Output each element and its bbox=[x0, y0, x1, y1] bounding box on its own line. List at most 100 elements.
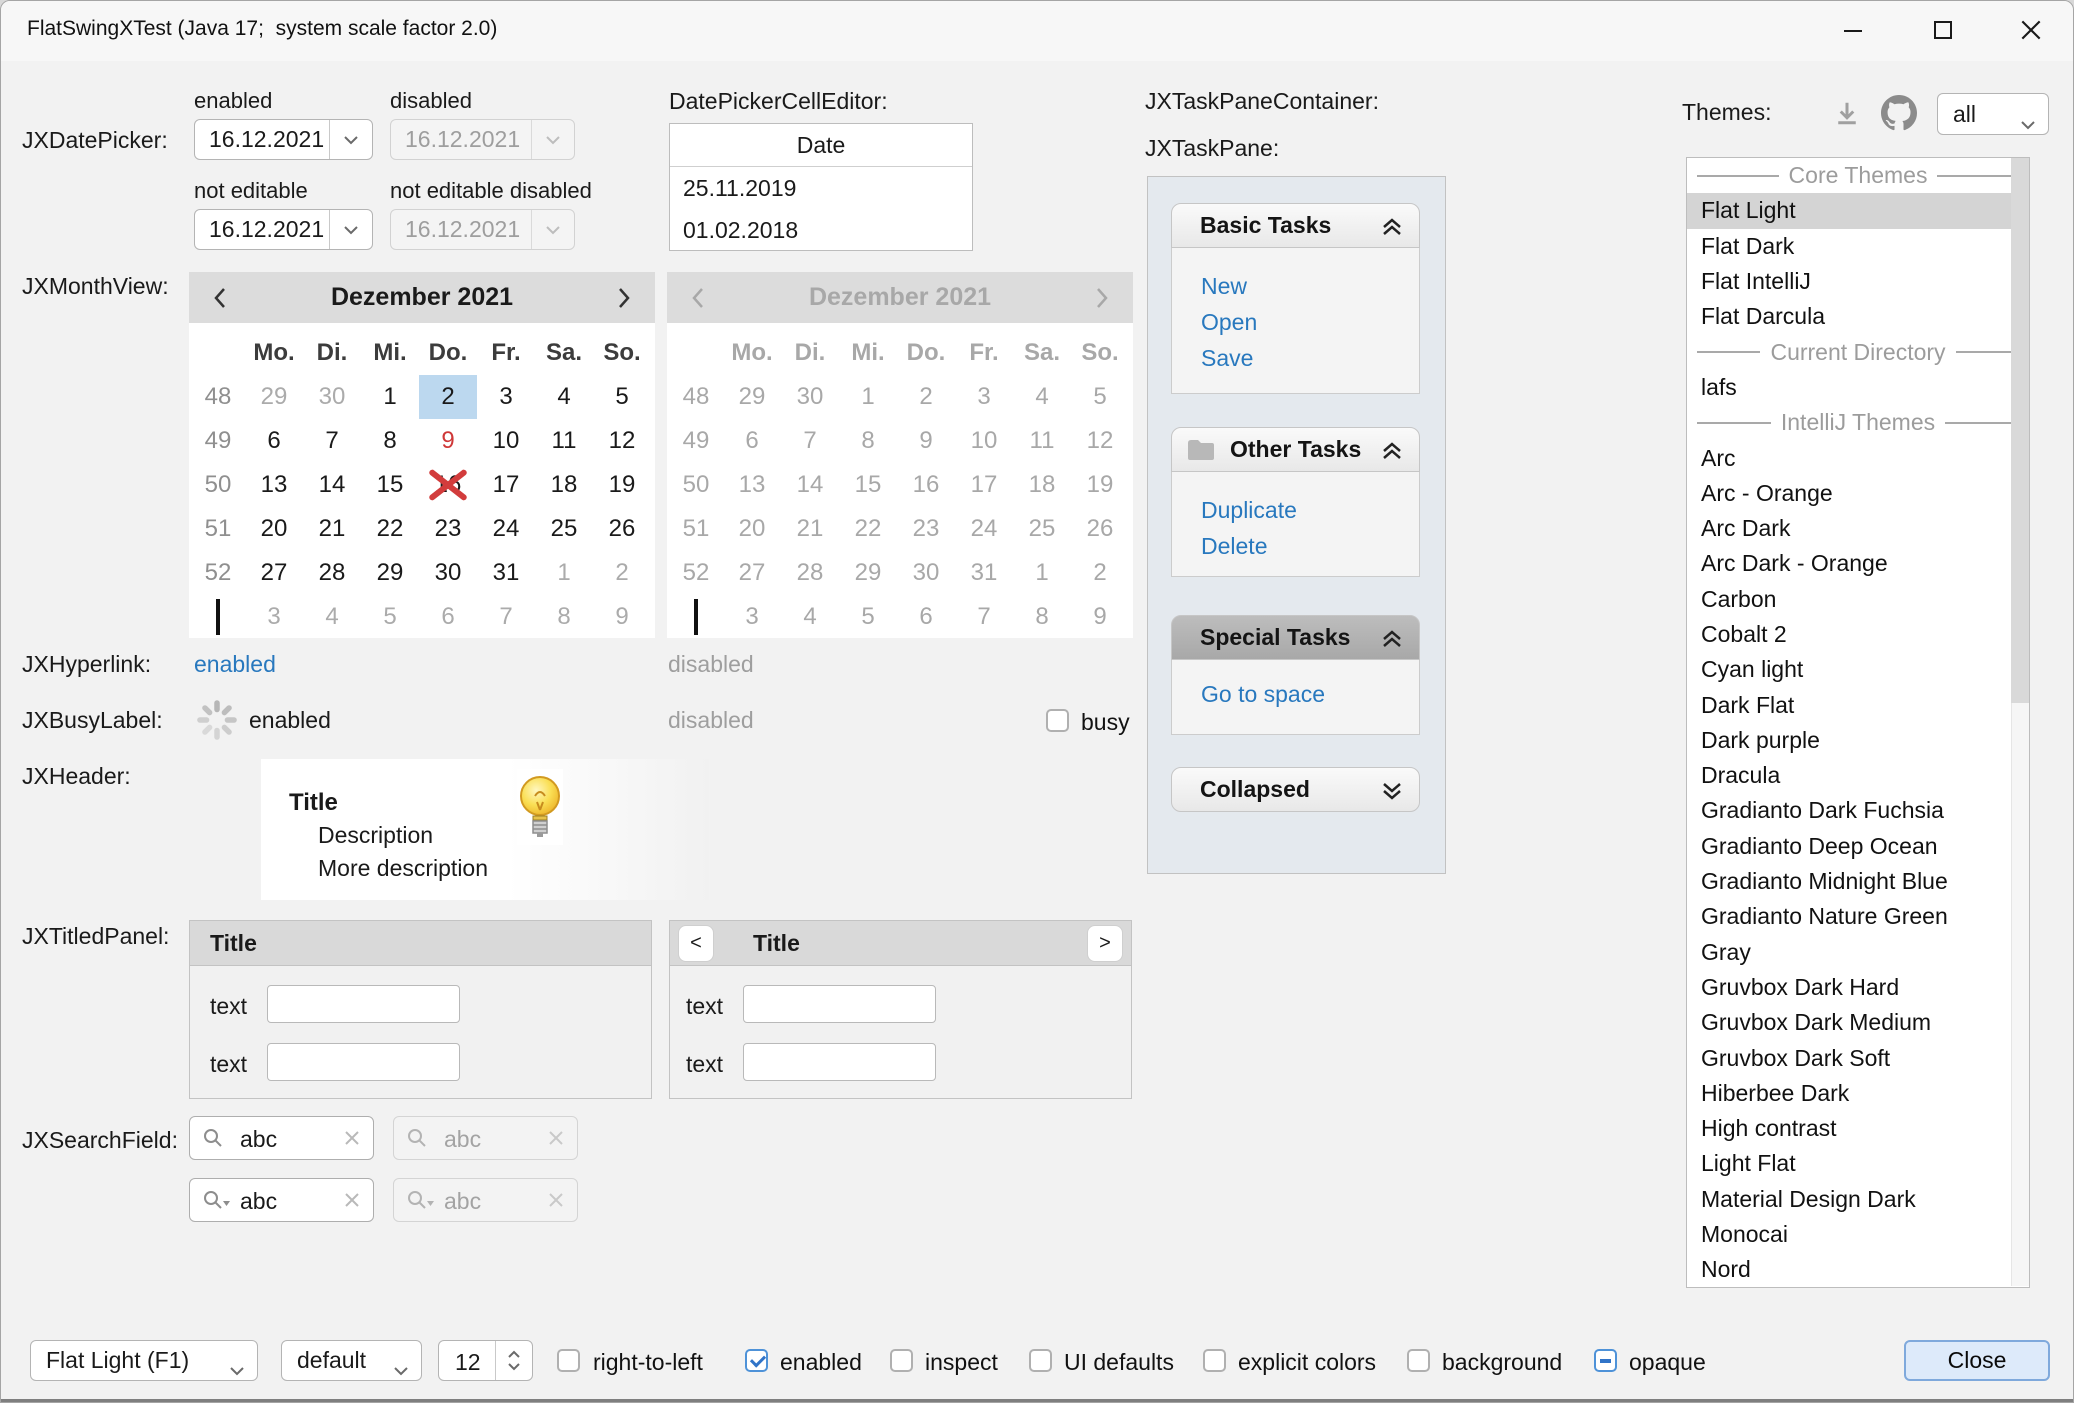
next-month-icon[interactable] bbox=[609, 283, 639, 313]
spinner-arrows[interactable] bbox=[495, 1341, 532, 1380]
style-combo[interactable]: default bbox=[281, 1340, 422, 1381]
scrollbar-thumb[interactable] bbox=[2011, 158, 2029, 703]
day-cell[interactable]: 10 bbox=[477, 419, 535, 463]
theme-list-item[interactable]: Flat Dark bbox=[1687, 229, 2029, 264]
chevron-down-icon[interactable] bbox=[329, 210, 372, 249]
theme-list-item[interactable]: Nord bbox=[1687, 1252, 2029, 1287]
day-cell[interactable]: 22 bbox=[361, 507, 419, 551]
themes-filter-combo[interactable]: all bbox=[1937, 93, 2049, 135]
theme-list-item[interactable]: Dark Flat bbox=[1687, 687, 2029, 722]
maximize-button[interactable] bbox=[1899, 3, 1987, 57]
day-cell[interactable]: 2 bbox=[593, 551, 651, 595]
explicit-colors-checkbox[interactable] bbox=[1203, 1349, 1226, 1372]
theme-list-item[interactable]: Arc Dark bbox=[1687, 511, 2029, 546]
day-cell[interactable]: 14 bbox=[303, 463, 361, 507]
day-cell[interactable]: 1 bbox=[361, 375, 419, 419]
chevron-down-icon[interactable] bbox=[329, 120, 372, 159]
day-cell[interactable]: 26 bbox=[593, 507, 651, 551]
panel-left-arrow-button[interactable]: < bbox=[678, 925, 714, 962]
text-input[interactable] bbox=[743, 985, 936, 1023]
chevron-up-icon[interactable] bbox=[507, 1350, 521, 1359]
text-input[interactable] bbox=[743, 1043, 936, 1081]
day-cell[interactable]: 1 bbox=[535, 551, 593, 595]
ui-defaults-checkbox[interactable] bbox=[1029, 1349, 1052, 1372]
date-table-header[interactable]: Date bbox=[670, 124, 972, 167]
theme-list-item[interactable]: Material Design Dark bbox=[1687, 1182, 2029, 1217]
theme-list-item[interactable]: Flat Darcula bbox=[1687, 299, 2029, 334]
enabled-checkbox[interactable] bbox=[745, 1349, 768, 1372]
task-link-new[interactable]: New bbox=[1201, 268, 1419, 304]
search-field-menu-enabled[interactable]: abc bbox=[189, 1178, 374, 1222]
collapse-chevron-icon[interactable] bbox=[1381, 440, 1403, 467]
datepicker-noteditable[interactable]: 16.12.2021 bbox=[194, 209, 373, 250]
day-cell[interactable]: 7 bbox=[477, 595, 535, 639]
clear-icon[interactable] bbox=[343, 1191, 361, 1214]
day-cell[interactable]: 21 bbox=[303, 507, 361, 551]
search-menu-icon[interactable] bbox=[202, 1189, 232, 1216]
day-cell[interactable]: 28 bbox=[303, 551, 361, 595]
datepicker-enabled[interactable]: 16.12.2021 bbox=[194, 119, 373, 160]
day-cell[interactable]: 18 bbox=[535, 463, 593, 507]
day-cell[interactable]: 4 bbox=[535, 375, 593, 419]
day-cell[interactable]: 25 bbox=[535, 507, 593, 551]
datepicker-value[interactable]: 16.12.2021 bbox=[209, 216, 324, 243]
text-input[interactable] bbox=[267, 985, 460, 1023]
day-cell[interactable]: 20 bbox=[245, 507, 303, 551]
hyperlink-enabled[interactable]: enabled bbox=[194, 651, 276, 679]
theme-list-item[interactable]: Light Flat bbox=[1687, 1146, 2029, 1181]
task-link-open[interactable]: Open bbox=[1201, 304, 1419, 340]
monthview-enabled[interactable]: Dezember 2021 Mo.Di.Mi.Do.Fr.Sa.So.48293… bbox=[189, 272, 655, 638]
day-cell[interactable]: 8 bbox=[535, 595, 593, 639]
day-cell[interactable]: 24 bbox=[477, 507, 535, 551]
theme-list-item[interactable]: Gradianto Nature Green bbox=[1687, 899, 2029, 934]
theme-list-item[interactable]: Monocai bbox=[1687, 1217, 2029, 1252]
theme-list-item[interactable]: Arc Dark - Orange bbox=[1687, 546, 2029, 581]
font-size-value[interactable]: 12 bbox=[455, 1349, 481, 1376]
theme-list-item[interactable]: Cyan light bbox=[1687, 652, 2029, 687]
text-input[interactable] bbox=[267, 1043, 460, 1081]
day-cell[interactable]: 13 bbox=[245, 463, 303, 507]
datepicker-value[interactable]: 16.12.2021 bbox=[209, 126, 324, 153]
theme-list-item[interactable]: Gradianto Dark Fuchsia bbox=[1687, 793, 2029, 828]
expand-chevron-icon[interactable] bbox=[1381, 780, 1403, 807]
task-link-delete[interactable]: Delete bbox=[1201, 528, 1419, 564]
date-table[interactable]: Date 25.11.2019 01.02.2018 bbox=[669, 123, 973, 251]
day-cell[interactable]: 7 bbox=[303, 419, 361, 463]
day-cell[interactable]: 31 bbox=[477, 551, 535, 595]
theme-list-item[interactable]: Flat Light bbox=[1687, 193, 2029, 228]
day-cell[interactable]: 23 bbox=[419, 507, 477, 551]
day-cell[interactable]: 9 bbox=[419, 419, 477, 463]
taskpane-other-header[interactable]: Other Tasks bbox=[1171, 427, 1420, 472]
day-cell[interactable]: 2 bbox=[419, 375, 477, 419]
taskpane-collapsed-header[interactable]: Collapsed bbox=[1171, 767, 1420, 812]
right-to-left-checkbox[interactable] bbox=[557, 1349, 580, 1372]
theme-list-item[interactable]: Arc bbox=[1687, 440, 2029, 475]
day-cell[interactable]: 3 bbox=[477, 375, 535, 419]
taskpane-special-header[interactable]: Special Tasks bbox=[1171, 615, 1420, 660]
theme-list-item[interactable]: Gray bbox=[1687, 935, 2029, 970]
theme-list-item[interactable]: Hiberbee Dark bbox=[1687, 1076, 2029, 1111]
task-link-go-to-space[interactable]: Go to space bbox=[1201, 676, 1419, 712]
day-cell[interactable]: 15 bbox=[361, 463, 419, 507]
day-cell[interactable]: 5 bbox=[593, 375, 651, 419]
task-link-save[interactable]: Save bbox=[1201, 340, 1419, 376]
theme-list-item[interactable]: lafs bbox=[1687, 370, 2029, 405]
panel-right-arrow-button[interactable]: > bbox=[1087, 925, 1123, 962]
day-cell[interactable]: 16 bbox=[419, 463, 477, 507]
collapse-chevron-icon[interactable] bbox=[1381, 216, 1403, 243]
day-cell[interactable]: 9 bbox=[593, 595, 651, 639]
day-cell[interactable]: 6 bbox=[419, 595, 477, 639]
day-cell[interactable]: 8 bbox=[361, 419, 419, 463]
theme-list-item[interactable]: High contrast bbox=[1687, 1111, 2029, 1146]
busy-checkbox[interactable] bbox=[1046, 709, 1069, 732]
search-value[interactable]: abc bbox=[240, 1188, 277, 1215]
opaque-checkbox[interactable] bbox=[1594, 1349, 1617, 1372]
day-cell[interactable]: 3 bbox=[245, 595, 303, 639]
day-cell[interactable]: 29 bbox=[245, 375, 303, 419]
download-icon[interactable] bbox=[1831, 99, 1863, 129]
day-cell[interactable]: 19 bbox=[593, 463, 651, 507]
day-cell[interactable]: 27 bbox=[245, 551, 303, 595]
table-row[interactable]: 01.02.2018 bbox=[670, 209, 972, 251]
day-cell[interactable]: 4 bbox=[303, 595, 361, 639]
theme-list-item[interactable]: Gruvbox Dark Medium bbox=[1687, 1005, 2029, 1040]
